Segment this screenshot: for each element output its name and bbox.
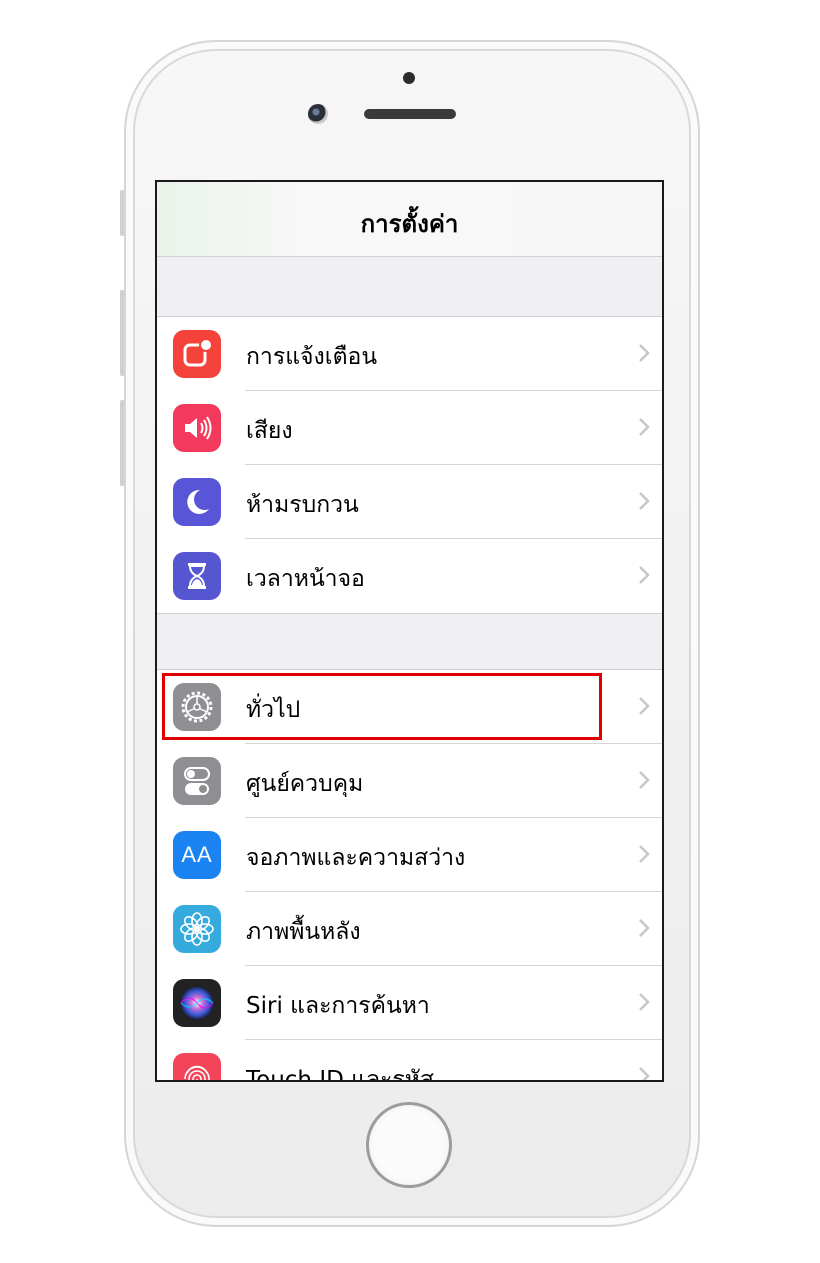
settings-row-wallpaper[interactable]: ภาพพื้นหลัง [157, 892, 662, 966]
chevron-right-icon [639, 418, 650, 436]
home-button[interactable] [366, 1102, 452, 1188]
chevron-right-icon [639, 697, 650, 715]
settings-row-label: Touch ID และรหัส [246, 1067, 434, 1082]
settings-row-label: จอภาพและความสว่าง [246, 845, 466, 871]
navigation-bar: การตั้งค่า [157, 182, 662, 257]
settings-row-label: ห้ามรบกวน [246, 492, 359, 518]
sound-icon [173, 404, 221, 452]
settings-screen: การตั้งค่า การแจ้งเตือน เสียง ห้ามรบกวน … [155, 180, 664, 1082]
settings-row-control-center[interactable]: ศูนย์ควบคุม [157, 744, 662, 818]
chevron-right-icon [639, 845, 650, 863]
chevron-right-icon [639, 919, 650, 937]
fingerprint-icon [173, 1053, 221, 1080]
proximity-sensor [403, 72, 415, 84]
settings-row-display-brightness[interactable]: AA จอภาพและความสว่าง [157, 818, 662, 892]
settings-row-do-not-disturb[interactable]: ห้ามรบกวน [157, 465, 662, 539]
chevron-right-icon [639, 566, 650, 584]
notifications-icon [173, 330, 221, 378]
chevron-right-icon [639, 771, 650, 789]
settings-row-siri-search[interactable]: Siri และการค้นหา [157, 966, 662, 1040]
settings-row-label: Siri และการค้นหา [246, 993, 430, 1019]
earpiece-speaker [364, 109, 456, 119]
chevron-right-icon [639, 492, 650, 510]
settings-row-sound[interactable]: เสียง [157, 391, 662, 465]
settings-row-notifications[interactable]: การแจ้งเตือน [157, 317, 662, 391]
moon-icon [173, 478, 221, 526]
settings-row-label: การแจ้งเตือน [246, 344, 378, 370]
settings-row-touch-id[interactable]: Touch ID และรหัส [157, 1040, 662, 1082]
display-text-icon: AA [173, 831, 221, 879]
front-camera [308, 104, 328, 124]
display-text-glyph: AA [181, 842, 213, 867]
chevron-right-icon [639, 993, 650, 1011]
settings-row-label: ภาพพื้นหลัง [246, 919, 361, 945]
switches-icon [173, 757, 221, 805]
siri-icon [173, 979, 221, 1027]
settings-row-screen-time[interactable]: เวลาหน้าจอ [157, 539, 662, 613]
settings-group-1: การแจ้งเตือน เสียง ห้ามรบกวน เวลาหน้าจอ [157, 316, 662, 614]
page-title: การตั้งค่า [360, 210, 459, 238]
settings-row-label: เสียง [246, 418, 293, 444]
hourglass-icon [173, 552, 221, 600]
settings-row-label: เวลาหน้าจอ [246, 566, 365, 592]
settings-row-label: ศูนย์ควบคุม [246, 771, 364, 797]
flower-icon [173, 905, 221, 953]
chevron-right-icon [639, 1067, 650, 1080]
chevron-right-icon [639, 344, 650, 362]
highlight-box [162, 673, 602, 740]
